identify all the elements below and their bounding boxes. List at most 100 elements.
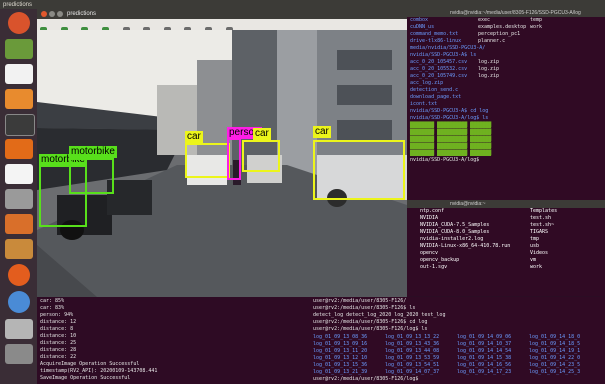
terminal-cell: work: [530, 24, 543, 30]
detection-box: [69, 158, 114, 194]
terminal-line: log_01_09_13_15_36 log_01_09_13_54_51 log_…: [313, 362, 602, 369]
terminal-bottom-left[interactable]: car: 85% car: 83% person: 94% distance: 12 d…: [37, 297, 310, 384]
terminal-line: log_01_09_13_08_36 log_01_09_13_13_22 log_…: [313, 334, 602, 341]
document-icon[interactable]: [5, 64, 33, 84]
presentation-icon[interactable]: [5, 89, 33, 109]
camera-frame: motorbike motorbike car person car car: [37, 30, 407, 297]
terminal-line: distance: 22: [40, 354, 77, 360]
terminal-cell: NVIDIA_CUDA-7.5_Samples: [420, 222, 490, 228]
terminal-cell: test.sh: [530, 215, 552, 221]
file-entry: log_01_09_13_12_10: [313, 355, 368, 361]
terminal-line: NVIDIA_CUDA-7.5_Samples test.sh~: [420, 222, 605, 229]
terminal-cell: test.sh~: [530, 222, 555, 228]
detection-window-titlebar: predictions: [37, 9, 407, 19]
terminal-line: out-1.sgv work: [420, 264, 605, 271]
terminal-line: ntp.conf Templates: [420, 208, 605, 215]
terminal-cell: nvidia/SSD-PGCU3-A/log$ ls: [410, 115, 489, 121]
system-settings-icon[interactable]: [5, 189, 33, 209]
file-entry: log_01_09_13_08_36: [313, 334, 368, 340]
file-entry: log_01_09_14_25_3: [529, 369, 581, 375]
file-entry: log_01_09_14_22_0: [529, 355, 581, 361]
file-entry: log_01_09_13_13_22: [385, 334, 440, 340]
terminal-cell: ntp.conf: [420, 208, 445, 214]
files-icon[interactable]: [5, 39, 33, 59]
usb-drive-icon[interactable]: [5, 319, 33, 339]
detection-box: [227, 138, 241, 180]
window-maximize-button[interactable]: [57, 11, 63, 17]
terminal-mid[interactable]: nvidia@nvidia:~ ntp.conf Templates NVIDIA t…: [380, 200, 605, 296]
terminal-line: person: 94%: [40, 312, 74, 318]
terminal-cell: temp: [530, 17, 543, 23]
terminal-cell: cuDNN_us: [410, 24, 435, 30]
terminal-cell: work: [530, 264, 543, 270]
terminal-cell: log.zip: [478, 59, 500, 65]
terminal-line: distance: 10: [40, 333, 77, 339]
terminal-line: opencv Videos: [420, 250, 605, 257]
terminal-line: opencv_backup vm: [420, 257, 605, 264]
terminal-line: user@rv2:/media/user/8305-F126/log$ ls: [313, 326, 428, 332]
top-bar-title: predictions: [3, 2, 33, 8]
terminal-top[interactable]: nvidia@nvidia:~/media/user/8305-F126/SSD…: [380, 9, 605, 200]
launcher-dock: [0, 9, 37, 384]
terminal-cell: examples.desktop: [478, 24, 527, 30]
amazon-icon[interactable]: [5, 164, 33, 184]
file-entry: log_01_09_14_10_37: [457, 341, 512, 347]
detection-window-title: predictions: [67, 11, 97, 17]
terminal-cell: usb: [530, 243, 540, 249]
terminal-cell: detection_send.c: [410, 87, 459, 93]
terminal-cell: media/nvidia/SSD-PGCU3-A/: [410, 45, 486, 51]
file-entry: log_01_09_14_18_5: [529, 341, 581, 347]
terminal-cell: out-1.sgv: [420, 264, 448, 270]
firefox-icon[interactable]: [8, 264, 30, 286]
terminal-line: download_page.txt: [410, 94, 605, 101]
terminal-line: user@rv2:/media/user/8305-F126$ ls: [313, 305, 416, 311]
chrome-icon[interactable]: [8, 291, 30, 313]
terminal-cell: command_memo.txt: [410, 31, 459, 37]
detection-label: car: [185, 131, 203, 143]
disk-icon[interactable]: [5, 344, 33, 364]
file-entry: log_01_09_14_18_0: [529, 334, 581, 340]
terminal-cell: nvidia-installer2.log: [420, 236, 484, 242]
file-entry: log_01_09_14_17_23: [457, 369, 512, 375]
terminal-line: user@rv2:/media/user/8305-F126$ cd log: [313, 319, 428, 325]
terminal-line: NVIDIA_CUDA-8.0_Samples TIGARS: [420, 229, 605, 236]
terminal-line: timestamp(RV2_API): 20200109-143708.441: [40, 368, 158, 374]
file-entry: log_01_09_14_19_1: [529, 348, 581, 354]
terminal-cell: exec: [478, 17, 491, 23]
terminal-bottom-right[interactable]: user@rv2:/media/user/8305-F126/user@rv2:…: [310, 297, 605, 384]
terminal-bottom-right-prompt: user@rv2:/media/user/8305-F126/log$: [313, 376, 419, 382]
terminal-cell: drive-tlx86-linux: [410, 38, 462, 44]
archive-icon[interactable]: [5, 214, 33, 234]
window-close-button[interactable]: [41, 11, 47, 17]
terminal-top-listing: ████████ ██████████ ███████ ████████ ███…: [410, 122, 492, 156]
text-editor-icon[interactable]: [5, 239, 33, 259]
terminal-line: NVIDIA-Linux-x86_64-410.78.run usb: [420, 243, 605, 250]
window-minimize-button[interactable]: [49, 11, 55, 17]
file-entry: log_01_09_14_09_06: [457, 334, 512, 340]
file-entry: log_01_09_13_54_51: [385, 362, 440, 368]
terminal-cell: Templates: [530, 208, 558, 214]
terminal-line: log_01_09_13_11_20 log_01_09_13_44_08 log_…: [313, 348, 602, 355]
terminal-line: user@rv2:/media/user/8305-F126/: [313, 298, 407, 304]
terminal-line: combox exec temp: [410, 17, 605, 24]
terminal-cell: vm: [530, 257, 537, 263]
terminal-line: acc_0_20_105749.csv log.zip: [410, 73, 605, 80]
terminal-line: media/nvidia/SSD-PGCU3-A/: [410, 45, 605, 52]
terminal-line: distance: 28: [40, 347, 77, 353]
detection-box: [242, 140, 280, 172]
terminal-cell: log.zip: [478, 66, 500, 72]
terminal-cell: acc_log.zip: [410, 80, 444, 86]
terminal-icon[interactable]: [5, 114, 35, 136]
terminal-line: log_01_09_13_09_16 log_01_09_13_43_36 log_…: [313, 341, 602, 348]
terminal-line: AcquireImage Operation Successful: [40, 361, 140, 367]
terminal-cell: nvidia/SSD-PGCU3-A$ cd log: [410, 108, 489, 114]
terminal-cell: planner.c: [478, 38, 506, 44]
file-entry: log_01_09_14_07_37: [385, 369, 440, 375]
detection-window[interactable]: predictions motorbike motorbike car pers…: [37, 9, 407, 297]
system-top-bar: predictions: [0, 0, 605, 9]
terminal-line: nvidia/SSD-PGCU3-A/log$ ls: [410, 115, 605, 122]
software-center-icon[interactable]: [5, 139, 33, 159]
ubuntu-dash-icon[interactable]: [8, 12, 30, 34]
terminal-cell: NVIDIA: [420, 215, 439, 221]
terminal-cell: nvidia/SSD-PGCU3-A$ ls: [410, 52, 477, 58]
